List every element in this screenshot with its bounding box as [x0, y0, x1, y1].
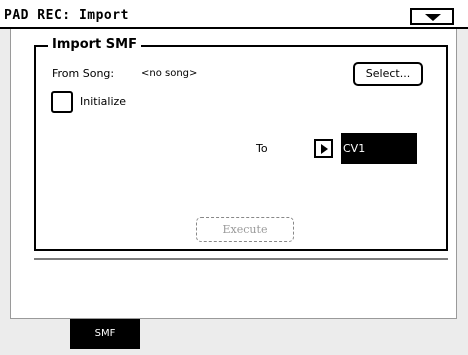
- initialize-label: Initialize: [80, 95, 127, 108]
- screen: PAD REC: Import Import SMF From Song: <n…: [0, 0, 468, 355]
- group-divider: [34, 258, 448, 260]
- execute-button[interactable]: Execute: [196, 217, 294, 242]
- triangle-down-icon: [425, 14, 441, 21]
- from-song-value: <no song>: [141, 68, 198, 79]
- to-popup-button[interactable]: [314, 139, 333, 158]
- tab-smf[interactable]: SMF: [70, 319, 140, 349]
- group-title: Import SMF: [48, 37, 141, 52]
- page-menu-button[interactable]: [410, 8, 454, 25]
- triangle-right-icon: [321, 144, 328, 154]
- initialize-checkbox[interactable]: [51, 91, 73, 113]
- from-song-label: From Song:: [52, 67, 115, 80]
- to-pad-field[interactable]: CV1: [341, 133, 417, 164]
- select-button[interactable]: Select...: [353, 62, 423, 86]
- to-label: To: [256, 142, 268, 155]
- title-bar: PAD REC: Import: [0, 0, 468, 28]
- page-title: PAD REC: Import: [4, 8, 129, 23]
